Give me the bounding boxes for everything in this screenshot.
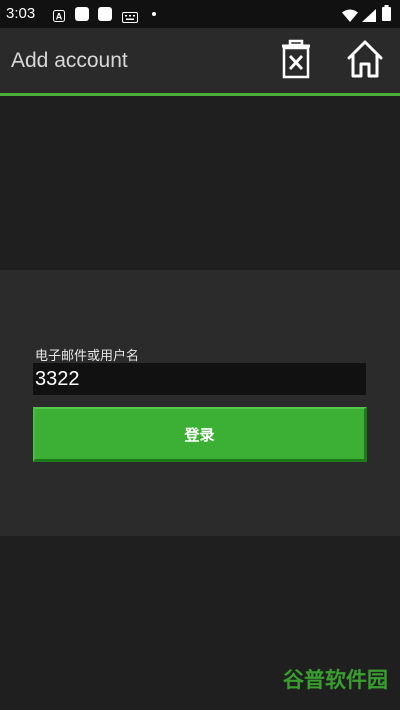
keyboard-icon: [122, 8, 138, 27]
app-bar: Add account: [0, 28, 400, 93]
svg-text:A: A: [56, 12, 63, 22]
battery-icon: [382, 5, 391, 25]
accent-divider: [0, 93, 400, 96]
delete-account-button[interactable]: [276, 39, 316, 83]
home-button[interactable]: [345, 39, 385, 83]
page-title: Add account: [11, 49, 128, 72]
login-button[interactable]: 登录: [33, 407, 367, 462]
email-username-field[interactable]: [33, 363, 366, 395]
square-icon: [75, 7, 89, 21]
status-time: 3:03: [6, 5, 36, 22]
dot-icon: [152, 12, 156, 16]
login-panel: 电子邮件或用户名 登录: [0, 270, 400, 536]
notification-a-icon: A: [53, 7, 65, 26]
watermark-logo: 谷普软件园: [283, 668, 388, 692]
delete-icon: [279, 39, 313, 83]
email-username-label: 电子邮件或用户名: [35, 349, 140, 364]
home-icon: [345, 39, 385, 83]
wifi-icon: [342, 7, 358, 26]
square-icon: [98, 7, 112, 21]
screen: 3:03 A Add account 电子邮件或用户名 3322 登录 谷普软件…: [0, 0, 400, 710]
status-bar: 3:03 A: [0, 0, 400, 28]
signal-icon: [362, 7, 376, 26]
